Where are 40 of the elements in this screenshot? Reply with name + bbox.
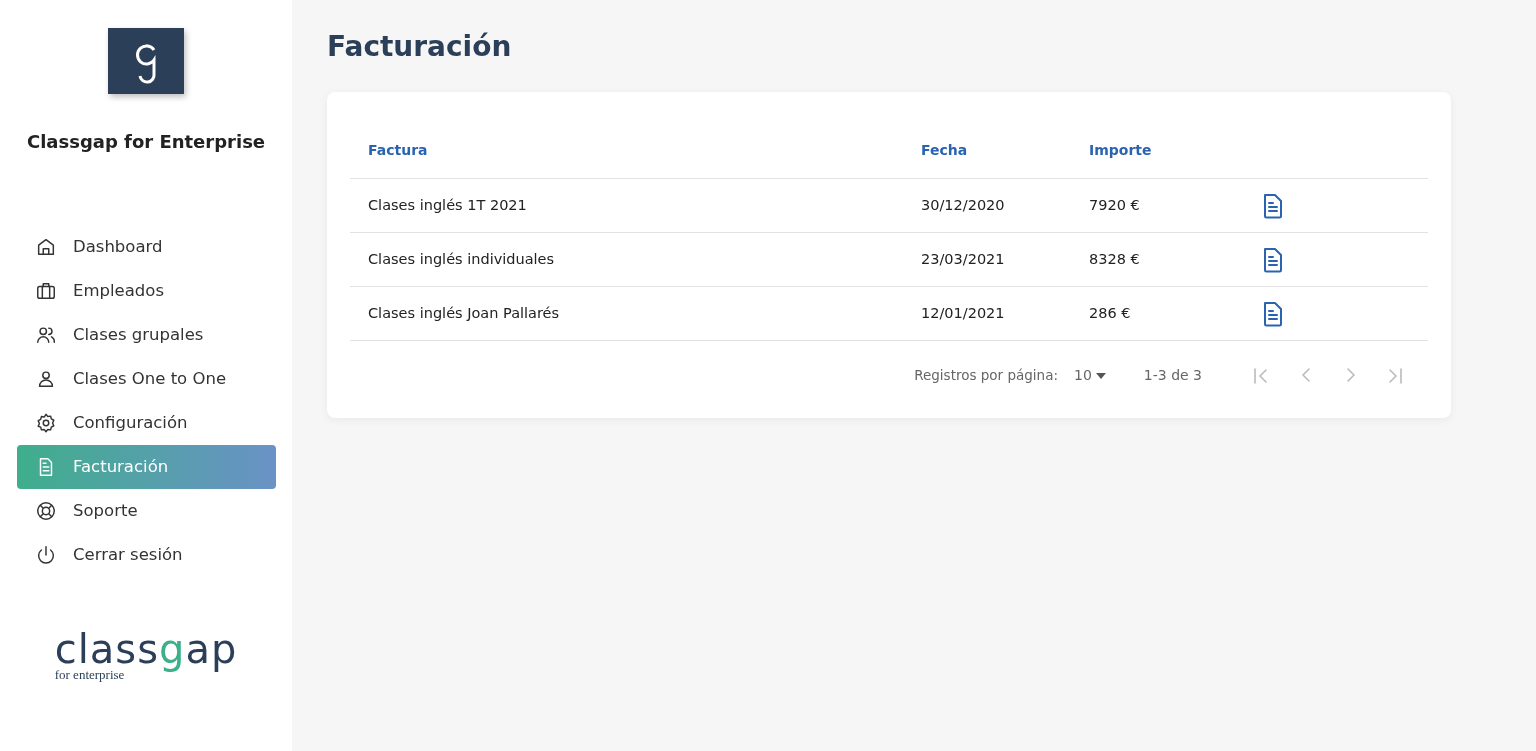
- table-cell: 12/01/2021: [921, 304, 1005, 321]
- rows-per-page-select[interactable]: 10: [1066, 361, 1114, 390]
- table-cell: 23/03/2021: [921, 250, 1005, 267]
- chevron-left-icon: [1301, 367, 1310, 382]
- document-icon[interactable]: [1261, 300, 1285, 327]
- sidebar-item[interactable]: Soporte: [17, 489, 276, 533]
- rows-per-page-label: Registros por página:: [914, 366, 1058, 386]
- sidebar-item[interactable]: Empleados: [17, 269, 276, 313]
- home-icon: [35, 236, 57, 258]
- classgap-logo: classgap for enterprise: [54, 625, 238, 684]
- page-title: Facturación: [327, 29, 513, 65]
- app-title: Classgap for Enterprise: [25, 130, 267, 154]
- first-page-icon: [1254, 367, 1267, 384]
- briefcase-icon: [35, 280, 57, 302]
- column-header: Factura: [367, 140, 429, 160]
- table-cell: 8328 €: [1089, 250, 1140, 267]
- table-cell: 7920 €: [1089, 196, 1140, 213]
- caret-icon: [1095, 372, 1106, 379]
- page-range: 1-3 de 3: [1143, 366, 1202, 385]
- users-icon: [35, 324, 57, 346]
- document-icon[interactable]: [1261, 246, 1285, 273]
- sidebar-item[interactable]: Clases grupales: [17, 313, 276, 357]
- power-icon: [35, 544, 57, 566]
- table-cell: Clases inglés 1T 2021: [368, 196, 527, 213]
- chevron-right-icon: [1346, 367, 1355, 382]
- column-header: Fecha: [921, 140, 969, 160]
- lifebuoy-icon: [35, 500, 57, 522]
- app-logo-icon: [108, 28, 184, 94]
- document-icon[interactable]: [1261, 192, 1285, 219]
- column-header: Importe: [1089, 140, 1153, 160]
- table-cell: Clases inglés Joan Pallarés: [368, 304, 560, 321]
- sidebar-item[interactable]: Configuración: [17, 401, 276, 445]
- table-cell: Clases inglés individuales: [368, 250, 555, 267]
- table-cell: 286 €: [1089, 304, 1131, 321]
- sidebar-item[interactable]: Dashboard: [17, 225, 276, 269]
- last-page-icon: [1389, 367, 1402, 384]
- sidebar-item[interactable]: Clases One to One: [17, 357, 276, 401]
- table-cell: 30/12/2020: [921, 196, 1005, 213]
- settings-icon: [35, 412, 57, 434]
- sidebar-item[interactable]: Cerrar sesión: [17, 533, 276, 577]
